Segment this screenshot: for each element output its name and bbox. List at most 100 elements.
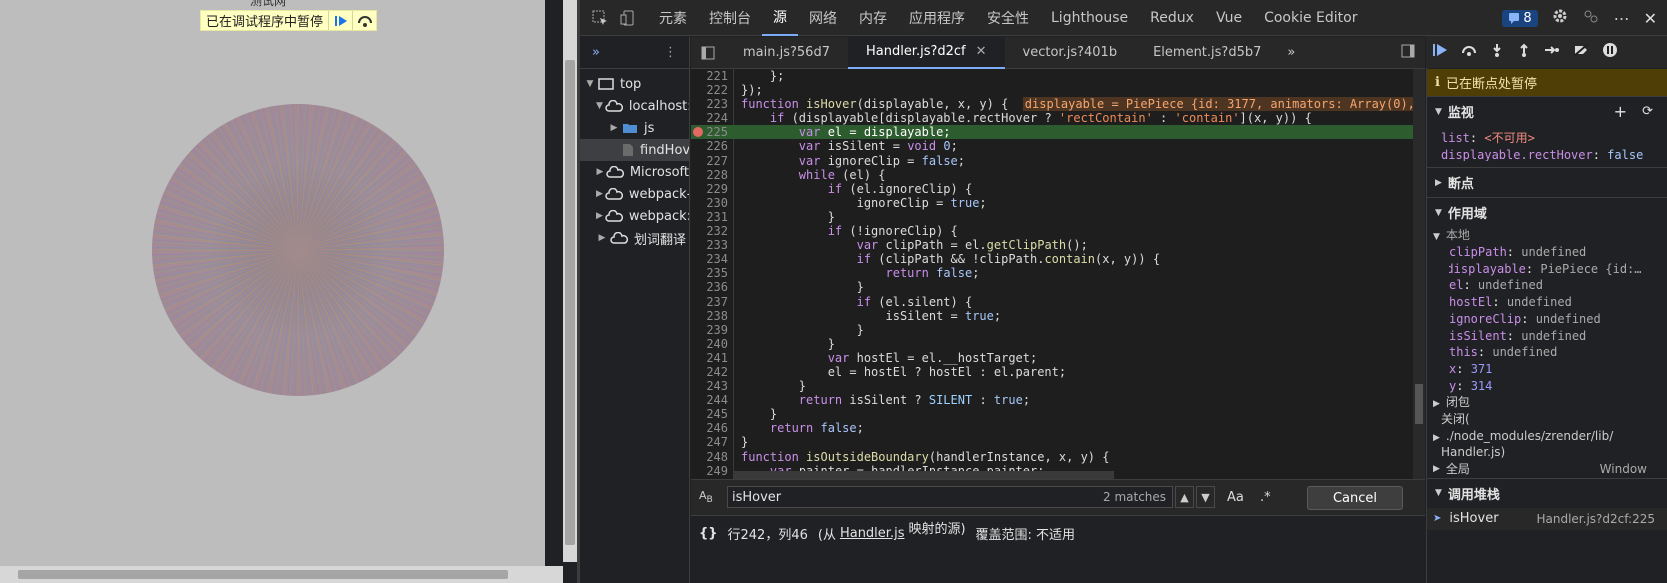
scope-variable[interactable]: this: undefined: [1449, 344, 1667, 361]
line-number[interactable]: 234: [691, 252, 733, 266]
line-number[interactable]: 243: [691, 379, 733, 393]
toggle-debugger-icon[interactable]: [1401, 44, 1415, 62]
line-number[interactable]: 242: [691, 365, 733, 379]
code-line[interactable]: 238 isSilent = true;: [691, 309, 1425, 323]
tree-item[interactable]: ▶ Microsoft: [580, 161, 689, 183]
code-line[interactable]: 240 }: [691, 337, 1425, 351]
code-line[interactable]: 245 }: [691, 407, 1425, 421]
code-line[interactable]: 232 if (!ignoreClip) {: [691, 224, 1425, 238]
tab-10[interactable]: Cookie Editor: [1253, 0, 1368, 36]
more-options-icon[interactable]: ⋯: [1614, 9, 1630, 28]
line-number[interactable]: 241: [691, 351, 733, 365]
more-files-icon[interactable]: »: [1287, 45, 1295, 60]
issues-badge[interactable]: 8: [1502, 9, 1538, 27]
line-number[interactable]: 221: [691, 69, 733, 83]
match-case-button[interactable]: Aa: [1227, 490, 1244, 505]
code-line[interactable]: 230 ignoreClip = true;: [691, 196, 1425, 210]
file-tab[interactable]: Element.js?d5b7: [1135, 37, 1279, 69]
scope-section[interactable]: ▼ 作用域: [1427, 197, 1667, 227]
line-number[interactable]: 225: [691, 125, 733, 139]
code-line[interactable]: 236 }: [691, 280, 1425, 294]
call-frame[interactable]: ➤ isHover Handler.js?d2cf:225: [1427, 507, 1667, 530]
code-line[interactable]: 247}: [691, 435, 1425, 449]
code-line[interactable]: 222});: [691, 83, 1425, 97]
line-number[interactable]: 239: [691, 323, 733, 337]
deactivate-breakpoints-icon[interactable]: [1573, 43, 1589, 61]
pretty-print-icon[interactable]: {}: [699, 526, 718, 541]
navigator-menu-icon[interactable]: ⋮: [664, 45, 677, 60]
line-number[interactable]: 222: [691, 83, 733, 97]
line-number[interactable]: 237: [691, 295, 733, 309]
file-tab[interactable]: vector.js?401b: [1005, 37, 1136, 69]
line-number[interactable]: 248: [691, 450, 733, 464]
resume-icon[interactable]: [1432, 43, 1448, 61]
line-number[interactable]: 236: [691, 280, 733, 294]
add-watch-icon[interactable]: +: [1614, 102, 1627, 121]
line-number[interactable]: 223: [691, 97, 733, 111]
step-icon[interactable]: [1544, 43, 1560, 61]
watch-section[interactable]: ▼ 监视 + ⟳: [1427, 96, 1667, 126]
tab-2[interactable]: 源: [762, 0, 798, 36]
line-number[interactable]: 238: [691, 309, 733, 323]
code-line[interactable]: 221 };: [691, 69, 1425, 83]
breakpoints-section[interactable]: ▶ 断点: [1427, 167, 1667, 197]
call-stack-section[interactable]: ▼ 调用堆栈: [1427, 477, 1667, 508]
tab-0[interactable]: 元素: [648, 0, 698, 36]
tree-item[interactable]: ▶ webpack-: [580, 183, 689, 205]
close-tab-icon[interactable]: ✕: [976, 44, 987, 59]
step-over-icon[interactable]: [1461, 43, 1477, 61]
code-line[interactable]: 241 var hostEl = el.__hostTarget;: [691, 351, 1425, 365]
scope-variable[interactable]: hostEl: undefined: [1449, 294, 1667, 311]
line-number[interactable]: 247: [691, 435, 733, 449]
code-line[interactable]: 226 var isSilent = void 0;: [691, 139, 1425, 153]
line-number[interactable]: 227: [691, 154, 733, 168]
page-vertical-scroll-thumb[interactable]: [565, 60, 575, 545]
tree-item[interactable]: ▶ 划词翻译: [580, 227, 689, 249]
code-line[interactable]: 234 if (clipPath && !clipPath.contain(x,…: [691, 252, 1425, 266]
tab-6[interactable]: 安全性: [976, 0, 1040, 36]
code-line[interactable]: 244 return isSilent ? SILENT : true;: [691, 393, 1425, 407]
replace-toggle-icon[interactable]: AB: [699, 489, 713, 505]
tab-7[interactable]: Lighthouse: [1040, 0, 1139, 36]
tab-8[interactable]: Redux: [1139, 0, 1205, 36]
line-number[interactable]: 231: [691, 210, 733, 224]
closure-module-scope[interactable]: 关闭(: [1427, 411, 1667, 428]
tab-9[interactable]: Vue: [1205, 0, 1253, 36]
code-hscrollbar[interactable]: [734, 471, 1114, 479]
global-scope[interactable]: ▶ 全局 Window: [1427, 461, 1667, 478]
local-scope[interactable]: ▼ 本地: [1427, 227, 1667, 244]
scope-variable[interactable]: clipPath: undefined: [1449, 244, 1667, 261]
source-file-link[interactable]: Handler.js: [840, 526, 905, 541]
line-number[interactable]: 228: [691, 168, 733, 182]
tree-item[interactable]: findHov: [580, 139, 689, 161]
scope-variable[interactable]: x: 371: [1449, 361, 1667, 378]
code-line[interactable]: 231 }: [691, 210, 1425, 224]
code-line[interactable]: 233 var clipPath = el.getClipPath();: [691, 238, 1425, 252]
tab-3[interactable]: 网络: [798, 0, 848, 36]
scope-variable[interactable]: ▶displayable: PiePiece {id:…: [1449, 261, 1667, 278]
settings-gear-icon[interactable]: [1552, 8, 1568, 28]
file-tab[interactable]: Handler.js?d2cf ✕: [847, 36, 1005, 69]
code-scrollbar[interactable]: [1413, 69, 1425, 479]
tab-5[interactable]: 应用程序: [898, 0, 976, 36]
code-view[interactable]: 221 }; 222}); 223 function isHover(displaya…: [691, 69, 1425, 479]
scope-variable[interactable]: ignoreClip: undefined: [1449, 311, 1667, 328]
toggle-navigator-icon[interactable]: [691, 46, 725, 60]
code-line[interactable]: 227 var ignoreClip = false;: [691, 154, 1425, 168]
line-number[interactable]: 230: [691, 196, 733, 210]
line-number[interactable]: 235: [691, 266, 733, 280]
tree-item[interactable]: ▶ webpack:/: [580, 205, 689, 227]
closure-scope[interactable]: ▶ 闭包: [1427, 394, 1667, 411]
tree-item[interactable]: ▼ top: [580, 73, 689, 95]
code-line[interactable]: 239 }: [691, 323, 1425, 337]
code-line[interactable]: 246 return false;: [691, 421, 1425, 435]
line-number[interactable]: 246: [691, 421, 733, 435]
regex-button[interactable]: .*: [1260, 490, 1271, 505]
code-line[interactable]: 223 function isHover(displayable, x, y) {…: [691, 97, 1425, 112]
page-horizontal-scroll-thumb[interactable]: [18, 570, 508, 579]
line-number[interactable]: 244: [691, 393, 733, 407]
next-match-button[interactable]: ▼: [1196, 486, 1215, 508]
step-into-icon[interactable]: [1490, 43, 1504, 61]
step-out-icon[interactable]: [1517, 43, 1531, 61]
tree-item[interactable]: ▼ localhost:: [580, 95, 689, 117]
